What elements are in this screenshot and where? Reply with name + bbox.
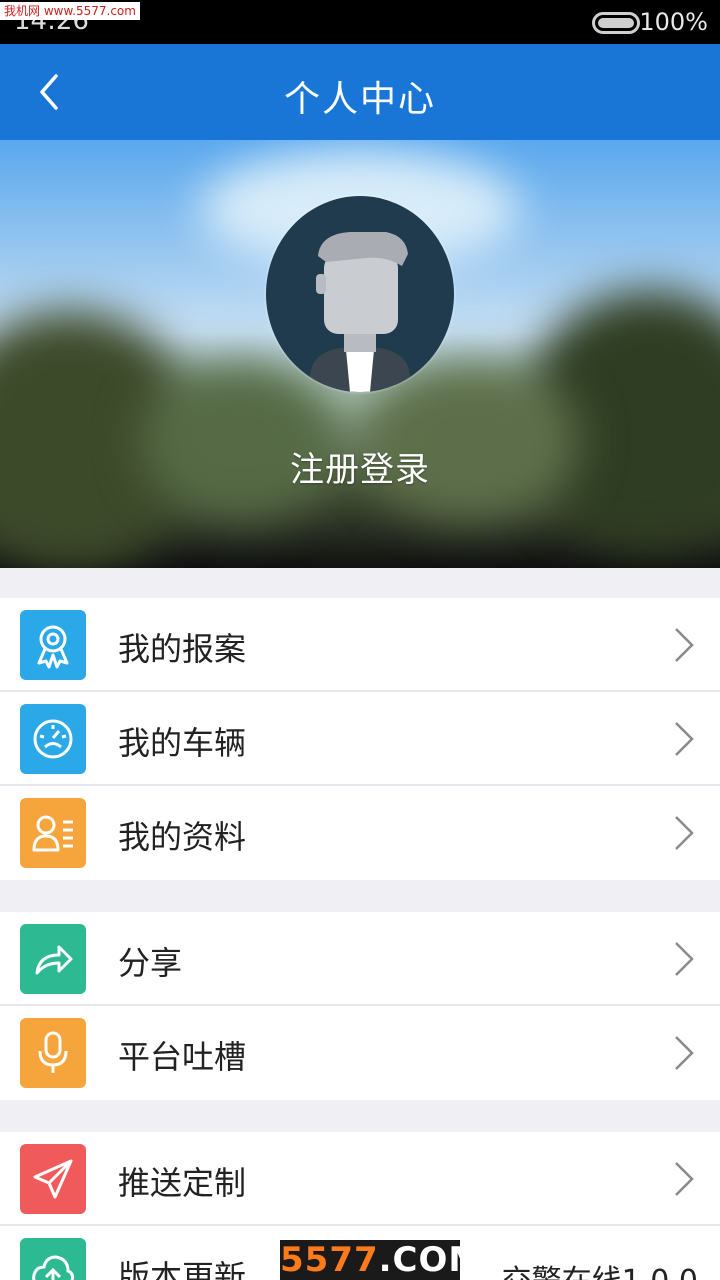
avatar[interactable] xyxy=(266,196,454,392)
menu-label: 版本更新 xyxy=(118,1258,247,1280)
menu-item-my-vehicles[interactable]: 我的车辆 xyxy=(0,692,720,786)
app-version: 交警在线1.0.0 xyxy=(502,1256,698,1280)
award-icon xyxy=(20,610,86,680)
menu-label: 我的车辆 xyxy=(118,724,247,762)
menu-group-account: 我的报案 我的车辆 我的资料 xyxy=(0,598,720,880)
battery-icon xyxy=(592,12,640,34)
profile-card-icon xyxy=(20,798,86,868)
battery-level: 100% xyxy=(639,8,708,36)
menu-item-share[interactable]: 分享 xyxy=(0,912,720,1006)
nav-bar: 个人中心 xyxy=(0,44,720,140)
menu-label: 我的报案 xyxy=(118,630,247,668)
send-icon xyxy=(20,1144,86,1214)
menu-label: 分享 xyxy=(118,944,183,982)
watermark-bottom: 5577.COM xyxy=(280,1240,484,1280)
menu-item-my-reports[interactable]: 我的报案 xyxy=(0,598,720,692)
chevron-right-icon xyxy=(675,816,694,850)
chevron-right-icon xyxy=(675,942,694,976)
menu-label: 推送定制 xyxy=(118,1164,247,1202)
chevron-right-icon xyxy=(675,1162,694,1196)
menu-label: 平台吐槽 xyxy=(118,1038,247,1076)
menu-item-my-profile[interactable]: 我的资料 xyxy=(0,786,720,880)
chevron-right-icon xyxy=(675,1036,694,1070)
menu-item-feedback[interactable]: 平台吐槽 xyxy=(0,1006,720,1100)
menu-item-push-settings[interactable]: 推送定制 xyxy=(0,1132,720,1226)
watermark-top: 我机网 www.5577.com xyxy=(0,2,140,20)
speedometer-icon xyxy=(20,704,86,774)
menu-group-social: 分享 平台吐槽 xyxy=(0,912,720,1100)
share-icon xyxy=(20,924,86,994)
page-title: 个人中心 xyxy=(283,79,436,120)
upload-icon xyxy=(20,1238,86,1280)
chevron-right-icon xyxy=(675,722,694,756)
menu-label: 我的资料 xyxy=(118,818,247,856)
profile-header: 注册登录 xyxy=(0,140,720,568)
user-avatar-icon xyxy=(306,232,414,392)
microphone-icon xyxy=(20,1018,86,1088)
register-login-link[interactable]: 注册登录 xyxy=(0,442,720,491)
chevron-right-icon xyxy=(675,628,694,662)
